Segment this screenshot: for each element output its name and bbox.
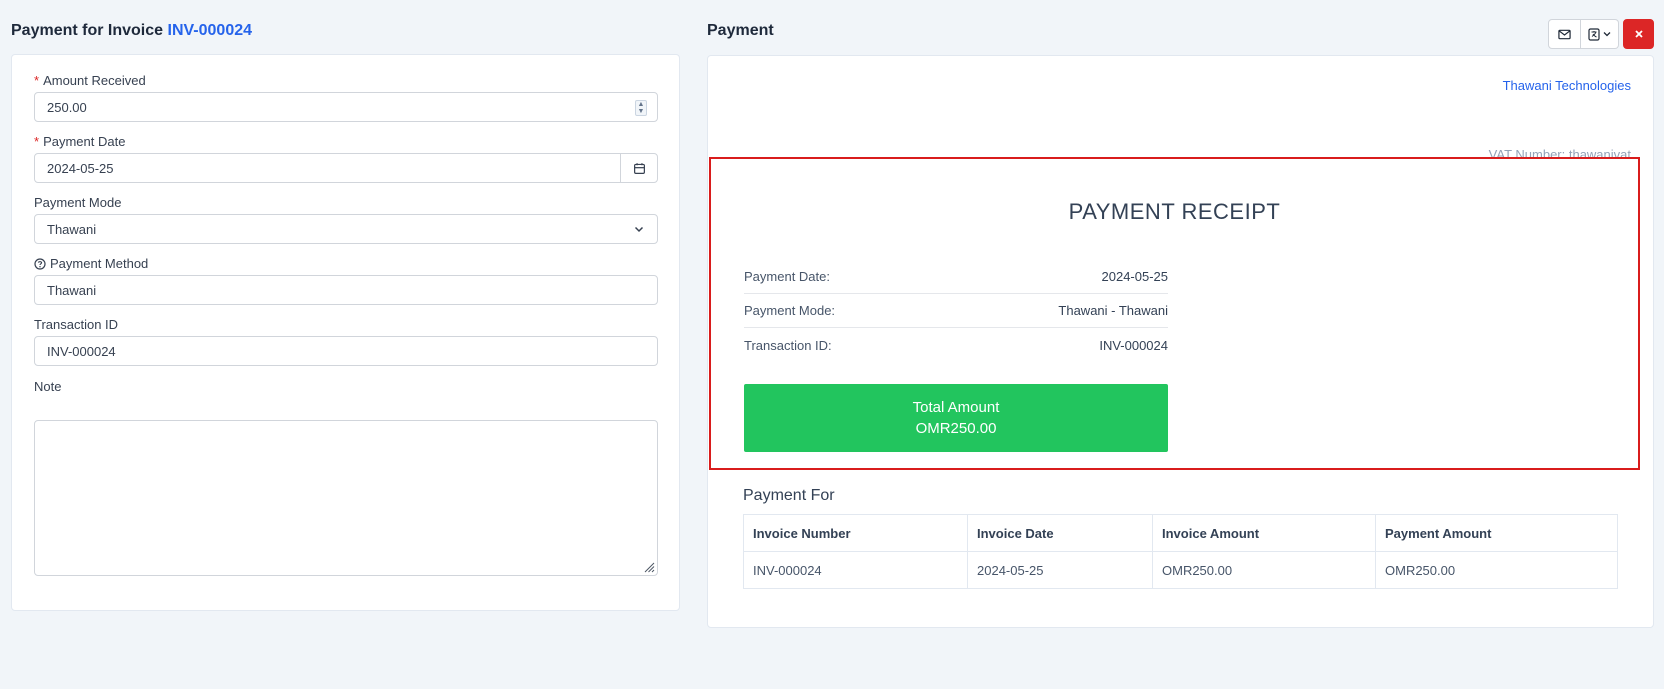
- table-header-row: Invoice Number Invoice Date Invoice Amou…: [743, 514, 1618, 552]
- receipt-label: Transaction ID:: [744, 337, 832, 353]
- transaction-id-value: INV-000024: [47, 343, 116, 359]
- calendar-icon: [633, 162, 645, 174]
- column-header: Invoice Amount: [1152, 514, 1376, 552]
- page-title: Payment for Invoice INV-000024: [11, 22, 252, 40]
- close-button[interactable]: [1623, 19, 1654, 49]
- receipt-label: Payment Date:: [744, 269, 830, 284]
- payment-form-card: * Amount Received 250.00 ▲ ▼ * Payment Da…: [11, 54, 680, 611]
- payment-for-title: Payment For: [743, 487, 835, 504]
- required-mark: *: [34, 134, 40, 149]
- payment-method-value: Thawani: [47, 282, 97, 298]
- table-cell: 2024-05-25: [967, 551, 1153, 589]
- payment-date-label-text: Payment Date: [43, 134, 126, 149]
- transaction-id-input[interactable]: INV-000024: [34, 336, 658, 366]
- payment-method-input[interactable]: Thawani: [34, 275, 658, 305]
- help-circle-icon[interactable]: [34, 257, 46, 270]
- receipt-value: Thawani - Thawani: [1058, 303, 1168, 318]
- receipt-row-transaction-id: Transaction ID: INV-000024: [744, 328, 1168, 362]
- column-header: Invoice Date: [967, 514, 1153, 552]
- amount-label: * Amount Received: [34, 73, 146, 88]
- total-amount-label: Total Amount: [912, 399, 1000, 416]
- payment-date-input[interactable]: 2024-05-25: [34, 153, 658, 183]
- payment-date-label: * Payment Date: [34, 134, 125, 149]
- company-name-link[interactable]: Thawani Technologies: [1503, 78, 1631, 93]
- chevron-down-icon: [634, 226, 644, 233]
- language-dropdown-button[interactable]: [1581, 19, 1619, 49]
- number-spinner-icon[interactable]: ▲ ▼: [635, 100, 647, 116]
- receipt-value: INV-000024: [1099, 337, 1168, 353]
- payment-date-value: 2024-05-25: [47, 160, 114, 176]
- payment-for-table: Invoice Number Invoice Date Invoice Amou…: [743, 514, 1618, 589]
- resize-handle-icon[interactable]: [643, 561, 655, 573]
- amount-input[interactable]: 250.00 ▲ ▼: [34, 92, 658, 122]
- receipt-toolbar: [1548, 19, 1654, 49]
- payment-method-label-text: Payment Method: [50, 256, 149, 271]
- table-cell: OMR250.00: [1152, 551, 1376, 589]
- table-row: INV-000024 2024-05-25 OMR250.00 OMR250.0…: [743, 551, 1618, 589]
- receipt-panel-title: Payment: [707, 22, 774, 39]
- title-prefix: Payment for Invoice: [11, 22, 164, 39]
- required-mark: *: [34, 73, 40, 88]
- amount-value: 250.00: [47, 99, 87, 115]
- receipt-title: PAYMENT RECEIPT: [1068, 199, 1281, 224]
- amount-label-text: Amount Received: [43, 73, 146, 88]
- total-amount-box: Total Amount OMR250.00: [744, 384, 1168, 452]
- payment-method-label: Payment Method: [34, 256, 148, 271]
- receipt-label: Payment Mode:: [744, 303, 836, 318]
- chevron-down-icon: [1603, 32, 1610, 37]
- mail-icon: [1558, 29, 1571, 39]
- column-header: Invoice Number: [743, 514, 968, 552]
- payment-receipt-section: PAYMENT RECEIPT Payment Date: 2024-05-25…: [709, 157, 1640, 470]
- email-button[interactable]: [1548, 19, 1581, 49]
- table-cell: INV-000024: [743, 551, 968, 589]
- calendar-button[interactable]: [620, 154, 657, 182]
- column-header: Payment Amount: [1375, 514, 1618, 552]
- note-label: Note: [34, 379, 62, 394]
- receipt-value: 2024-05-25: [1101, 269, 1169, 284]
- payment-mode-select[interactable]: Thawani: [34, 214, 658, 244]
- table-cell: OMR250.00: [1375, 551, 1618, 589]
- total-amount-value: OMR250.00: [915, 420, 997, 437]
- close-icon: [1634, 30, 1643, 38]
- receipt-row-payment-mode: Payment Mode: Thawani - Thawani: [744, 294, 1168, 328]
- language-icon: [1587, 27, 1600, 41]
- payment-mode-label: Payment Mode: [34, 195, 122, 210]
- invoice-link[interactable]: INV-000024: [168, 22, 253, 39]
- payment-mode-value: Thawani: [47, 221, 97, 237]
- transaction-id-label: Transaction ID: [34, 317, 119, 332]
- note-textarea[interactable]: [34, 420, 658, 576]
- receipt-row-payment-date: Payment Date: 2024-05-25: [744, 260, 1168, 294]
